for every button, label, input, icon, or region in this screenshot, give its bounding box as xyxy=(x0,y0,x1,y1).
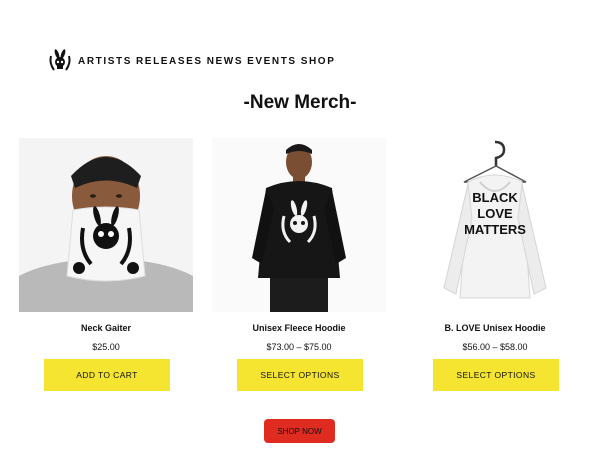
section-title: -New Merch- xyxy=(243,92,357,113)
product-card: Unisex Fleece Hoodie $73.00 – $75.00 SEL… xyxy=(209,138,389,391)
product-price: $56.00 – $58.00 xyxy=(462,342,528,352)
product-price: $73.00 – $75.00 xyxy=(266,342,332,352)
product-name[interactable]: Neck Gaiter xyxy=(16,323,196,333)
add-to-cart-button[interactable]: ADD TO CART xyxy=(44,359,170,391)
rabbit-skull-laurel-icon xyxy=(49,49,71,71)
logo[interactable] xyxy=(46,47,74,75)
nav-news[interactable]: NEWS xyxy=(207,56,243,67)
top-navigation: ARTISTS RELEASES NEWS EVENTS SHOP xyxy=(46,46,339,76)
hoodie-print-line-1: BLACK xyxy=(472,190,518,205)
nav-shop[interactable]: SHOP xyxy=(301,56,336,67)
hoodie-print-line-3: MATTERS xyxy=(464,222,526,237)
shop-now-button[interactable]: SHOP NOW xyxy=(264,419,335,443)
product-image-fleece-hoodie[interactable] xyxy=(212,138,386,312)
nav-releases[interactable]: RELEASES xyxy=(136,56,203,67)
product-image-neck-gaiter[interactable] xyxy=(19,138,193,312)
product-image-blove-hoodie[interactable]: BLACK LOVE MATTERS xyxy=(408,138,582,312)
hoodie-print-line-2: LOVE xyxy=(477,206,513,221)
select-options-button[interactable]: SELECT OPTIONS xyxy=(237,359,363,391)
product-name[interactable]: B. LOVE Unisex Hoodie xyxy=(405,323,585,333)
product-card: Neck Gaiter $25.00 ADD TO CART xyxy=(16,138,196,391)
product-price: $25.00 xyxy=(92,342,120,352)
nav-events[interactable]: EVENTS xyxy=(247,56,297,67)
nav-links: ARTISTS RELEASES NEWS EVENTS SHOP xyxy=(78,56,339,67)
product-name[interactable]: Unisex Fleece Hoodie xyxy=(209,323,389,333)
product-card: BLACK LOVE MATTERS B. LOVE Unisex Hoodie… xyxy=(405,138,585,391)
select-options-button[interactable]: SELECT OPTIONS xyxy=(433,359,559,391)
nav-artists[interactable]: ARTISTS xyxy=(78,56,132,67)
